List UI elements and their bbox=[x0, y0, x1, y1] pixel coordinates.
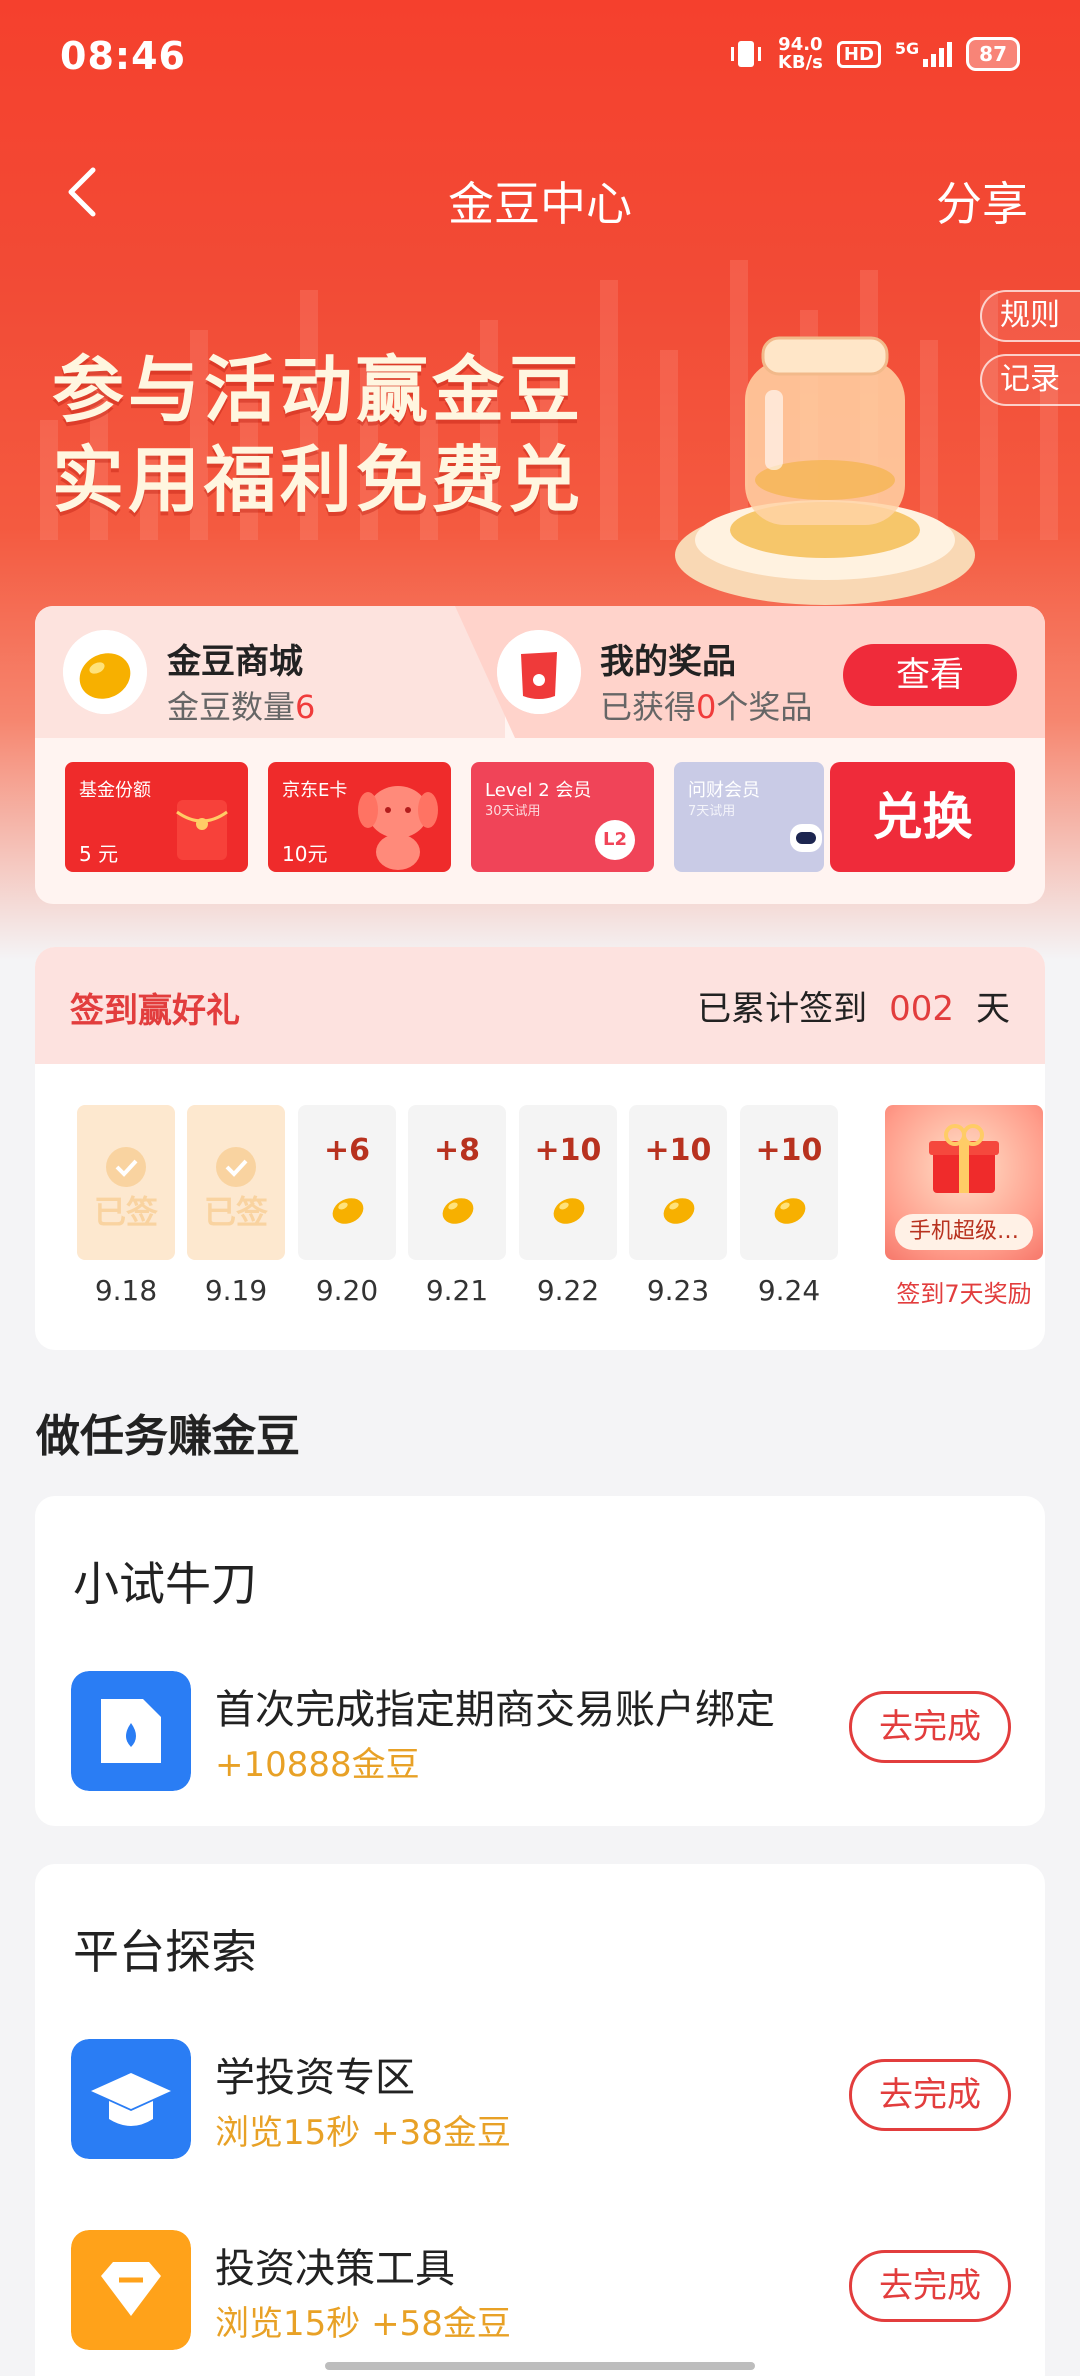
sign-in-count: 已累计签到 002 天 bbox=[697, 989, 1010, 1029]
complete-task-button[interactable]: 去完成 bbox=[849, 2250, 1011, 2322]
tasks-section-title: 做任务赚金豆 bbox=[36, 1411, 300, 1462]
home-indicator[interactable] bbox=[325, 2362, 755, 2370]
day-item: 已签 9.19 bbox=[187, 1105, 285, 1307]
check-icon bbox=[106, 1147, 146, 1187]
gift-box-icon bbox=[929, 1124, 999, 1193]
mall-header: 金豆商城 金豆数量6 我的奖品 已获得0个奖品 查看 bbox=[35, 606, 1045, 738]
day-item: +6 9.20 bbox=[298, 1105, 396, 1307]
task-title: 学投资专区 bbox=[215, 2055, 415, 2101]
graduation-cap-icon bbox=[71, 2039, 191, 2159]
task-title: 首次完成指定期商交易账户绑定 bbox=[215, 1687, 775, 1733]
day-item: +10 9.24 bbox=[740, 1105, 838, 1307]
day-item: +10 9.23 bbox=[629, 1105, 727, 1307]
view-prizes-button[interactable]: 查看 bbox=[843, 644, 1017, 706]
gold-bean-icon bbox=[663, 1198, 695, 1224]
page-title: 金豆中心 bbox=[448, 177, 632, 231]
gold-bean-icon bbox=[774, 1198, 806, 1224]
day-item: 已签 9.18 bbox=[77, 1105, 175, 1307]
task-item: 首次完成指定期商交易账户绑定 +10888金豆 去完成 bbox=[71, 1671, 1011, 1791]
complete-task-button[interactable]: 去完成 bbox=[849, 2059, 1011, 2131]
vibrate-icon bbox=[730, 41, 761, 67]
my-prizes-title: 我的奖品 bbox=[600, 642, 736, 682]
hd-badge: HD bbox=[836, 40, 881, 68]
gold-bean-icon bbox=[63, 630, 147, 714]
share-button[interactable]: 分享 bbox=[936, 168, 1028, 234]
dog-mascot-icon bbox=[358, 786, 438, 870]
records-button[interactable]: 记录 bbox=[980, 354, 1080, 406]
status-icons: 94.0 KB/s HD 5G 87 bbox=[728, 36, 1020, 72]
task-reward: +10888金豆 bbox=[215, 1745, 420, 1785]
task-reward: 浏览15秒 +38金豆 bbox=[215, 2113, 511, 2153]
gold-bean-icon bbox=[553, 1198, 585, 1224]
red-envelope-icon bbox=[176, 800, 228, 860]
task-reward: 浏览15秒 +58金豆 bbox=[215, 2304, 511, 2344]
rules-button[interactable]: 规则 bbox=[980, 290, 1080, 342]
day-item: +10 9.22 bbox=[519, 1105, 617, 1307]
signal-icon: 5G bbox=[895, 41, 953, 67]
task-group-beginner: 小试牛刀 首次完成指定期商交易账户绑定 +10888金豆 去完成 bbox=[35, 1496, 1045, 1826]
check-icon bbox=[216, 1147, 256, 1187]
reward-fund-share[interactable]: 基金份额 5 元 bbox=[65, 762, 248, 872]
complete-task-button[interactable]: 去完成 bbox=[849, 1691, 1011, 1763]
status-bar: 08:46 94.0 KB/s HD 5G 87 bbox=[0, 0, 1080, 115]
task-item: 投资决策工具 浏览15秒 +58金豆 去完成 bbox=[71, 2230, 1011, 2350]
day7-reward[interactable]: 手机超级… 签到7天奖励 bbox=[885, 1105, 1043, 1309]
exchange-button[interactable]: 兑换 bbox=[830, 762, 1015, 872]
gift-cup-icon bbox=[497, 630, 581, 714]
reward-level2[interactable]: Level 2 会员 30天试用 L2 bbox=[471, 762, 654, 872]
reward-jd-card[interactable]: 京东E卡 10元 bbox=[268, 762, 451, 872]
task-group-explore: 平台探索 学投资专区 浏览15秒 +38金豆 去完成 投资决策工具 浏览15秒 … bbox=[35, 1864, 1045, 2376]
day7-label: 签到7天奖励 bbox=[896, 1280, 1032, 1308]
task-title: 投资决策工具 bbox=[215, 2246, 455, 2292]
task-group-title: 平台探索 bbox=[73, 1925, 257, 1979]
jar-illustration bbox=[675, 336, 975, 605]
mall-title: 金豆商城 bbox=[167, 642, 303, 682]
sign-in-card: 签到赢好礼 已累计签到 002 天 已签 9.18 已签 9.19 +6 9.20 … bbox=[35, 947, 1045, 1350]
task-group-title: 小试牛刀 bbox=[73, 1557, 257, 1611]
bean-mall-card: 金豆商城 金豆数量6 我的奖品 已获得0个奖品 查看 基金份额 5 元 京东E卡… bbox=[35, 606, 1045, 904]
sign-in-header: 签到赢好礼 已累计签到 002 天 bbox=[35, 947, 1045, 1064]
diamond-icon bbox=[71, 2230, 191, 2350]
task-item: 学投资专区 浏览15秒 +38金豆 去完成 bbox=[71, 2039, 1011, 2159]
sign-in-days: 已签 9.18 已签 9.19 +6 9.20 +8 9.21 +10 9.22… bbox=[77, 1105, 1043, 1308]
level2-badge: L2 bbox=[595, 820, 635, 860]
document-icon bbox=[71, 1671, 191, 1791]
robot-icon bbox=[790, 824, 822, 852]
day7-tag: 手机超级… bbox=[895, 1214, 1033, 1250]
nav-bar: 金豆中心 分享 bbox=[0, 150, 1080, 240]
prize-count: 已获得0个奖品 bbox=[600, 688, 813, 726]
reward-wencai[interactable]: 问财会员 7天试用 bbox=[674, 762, 824, 872]
battery-icon: 87 bbox=[966, 37, 1020, 71]
gold-bean-icon bbox=[442, 1198, 474, 1224]
network-speed: 94.0 KB/s bbox=[777, 34, 823, 73]
status-time: 08:46 bbox=[60, 34, 186, 78]
bean-count: 金豆数量6 bbox=[167, 688, 316, 726]
gold-bean-icon bbox=[332, 1198, 364, 1224]
hero-slogan: 参与活动赢金豆 实用福利免费兑 bbox=[52, 348, 585, 522]
day-item: +8 9.21 bbox=[408, 1105, 506, 1307]
sign-in-title: 签到赢好礼 bbox=[70, 991, 240, 1031]
